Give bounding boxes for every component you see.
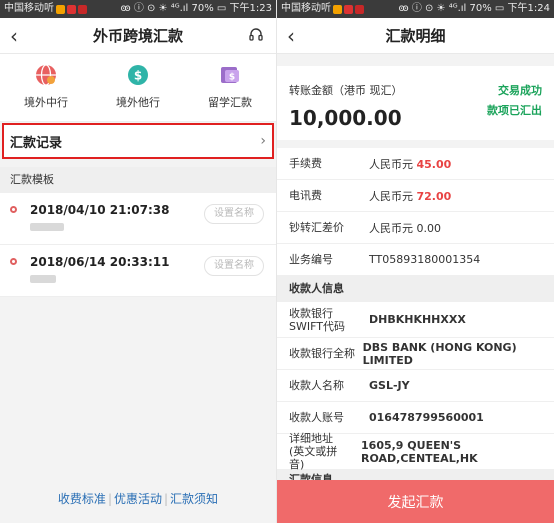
payee-key: 收款人名称 [289,379,344,392]
top-nav: ‹ 外币跨境汇款 [0,18,276,54]
payee-value: 1605,9 QUEEN'S ROAD,CENTEAL,HK [361,438,478,465]
template-item[interactable]: 2018/06/14 20:33:11 设置名称 [0,245,276,297]
shortcut-label: 境外他行 [116,96,160,109]
amount-label: 转账金额（港币 现汇） [289,84,403,97]
payee-row: 详细地址(英文或拼音) 1605,9 QUEEN'S ROAD,CENTEAL,… [277,432,554,471]
fee-row: 电讯费 人民币元 72.00 [277,180,554,212]
fee-value: 人民币元 45.00 [369,157,452,171]
top-nav: ‹ 汇款明细 [277,18,554,54]
link-separator: | [107,492,112,506]
payee-value: DHBKHKHHXXX [369,313,466,326]
remit-records-item[interactable]: 汇款记录 › [2,123,274,159]
app-notification-icon [344,4,353,14]
fee-list: 手续费 人民币元 45.00 电讯费 人民币元 72.00 钞转汇差价 人民币元… [277,148,554,276]
status-bar: 中国移动听 ꙭ ⓘ ⊙ ☀ ⁴ᴳ.ıl 70% ▭ 下午1:24 [277,0,554,18]
submit-remit-button[interactable]: 发起汇款 [277,480,554,523]
status-carrier: 中国移动听 [4,3,54,14]
fee-value: 人民币元 72.00 [369,189,452,203]
template-item[interactable]: 2018/04/10 21:07:38 设置名称 [0,193,276,245]
fee-key: 手续费 [289,157,322,170]
blurred-name [30,275,56,283]
payee-header: 收款人信息 [277,276,554,302]
app-notification-icon [67,4,76,14]
amount-card: 转账金额（港币 现汇） 10,000.00 交易成功 款项已汇出 [277,66,554,140]
app-notification-icon [56,4,65,14]
status-right: ꙭ ⓘ ⊙ ☀ ⁴ᴳ.ıl 70% ▭ 下午1:23 [120,3,272,14]
page-title: 汇款明细 [385,27,446,45]
back-icon[interactable]: ‹ [287,24,307,48]
right-screen: 中国移动听 ꙭ ⓘ ⊙ ☀ ⁴ᴳ.ıl 70% ▭ 下午1:24 ‹ 汇款明细 … [277,0,554,523]
payee-key: 收款人账号 [289,411,344,424]
chevron-right-icon: › [260,133,266,149]
shortcut-grid: 境外中行 $ 境外他行 $ 留学汇款 [0,54,276,122]
promotions-link[interactable]: 优惠活动 [114,492,162,506]
status-success: 交易成功 [498,84,542,97]
app-notification-icon [78,4,87,14]
business-number: TT05893180001354 [369,253,481,266]
payee-value: DBS BANK (HONG KONG) LIMITED [362,340,517,367]
payee-row: 收款银行SWIFT代码 DHBKHKHHXXX [277,302,554,338]
footer-links: 收费标准 | 优惠活动 | 汇款须知 [0,490,276,507]
payee-row: 收款人账号 016478799560001 [277,402,554,434]
remit-notice-link[interactable]: 汇款须知 [170,492,218,506]
page-title: 外币跨境汇款 [92,27,183,45]
template-time: 2018/06/14 20:33:11 [30,255,170,269]
templates-header: 汇款模板 [0,167,276,193]
template-time: 2018/04/10 21:07:38 [30,203,170,217]
fee-key: 电讯费 [289,189,322,202]
payee-value: 016478799560001 [369,411,484,424]
shortcut-label: 境外中行 [24,96,68,109]
payee-key: 收款银行SWIFT代码 [289,306,345,333]
payee-value: GSL-JY [369,379,410,392]
status-carrier: 中国移动听 [281,3,331,14]
shortcut-label: 留学汇款 [208,96,252,109]
payee-key: 详细地址(英文或拼音) [289,432,338,471]
svg-text:$: $ [229,73,235,83]
back-icon[interactable]: ‹ [10,24,30,48]
template-dot-icon [10,258,17,265]
payee-row: 收款人名称 GSL-JY [277,370,554,402]
blurred-name [30,223,64,231]
fee-row: 业务编号 TT05893180001354 [277,244,554,276]
remit-records-label: 汇款记录 [10,135,63,151]
app-notification-icon [333,4,342,14]
shortcut-other-bank[interactable]: $ 境外他行 [98,64,178,110]
amount-value: 10,000.00 [289,106,402,130]
fee-standard-link[interactable]: 收费标准 [58,492,106,506]
payee-list: 收款银行SWIFT代码 DHBKHKHHXXX 收款银行全称 DBS BANK … [277,302,554,471]
shortcut-boc-overseas[interactable]: 境外中行 [6,64,86,110]
fee-row: 钞转汇差价 人民币元 0.00 [277,212,554,244]
fee-row: 手续费 人民币元 45.00 [277,148,554,180]
shortcut-study-remit[interactable]: $ 留学汇款 [190,64,270,110]
template-dot-icon [10,206,17,213]
app-notification-icon [355,4,364,14]
left-screen: 中国移动听 ꙭ ⓘ ⊙ ☀ ⁴ᴳ.ıl 70% ▭ 下午1:23 ‹ 外币跨境汇… [0,0,277,523]
headset-icon[interactable] [248,27,264,43]
globe-money-icon [36,64,56,86]
fee-key: 钞转汇差价 [289,221,344,234]
svg-text:$: $ [134,69,142,83]
fee-value: 人民币元 0.00 [369,221,441,235]
payee-row: 收款银行全称 DBS BANK (HONG KONG) LIMITED [277,338,554,370]
study-remit-icon: $ [221,67,239,83]
fee-key: 业务编号 [289,253,333,266]
dollar-transfer-icon: $ [128,65,148,85]
status-right: ꙭ ⓘ ⊙ ☀ ⁴ᴳ.ıl 70% ▭ 下午1:24 [398,3,550,14]
status-bar: 中国移动听 ꙭ ⓘ ⊙ ☀ ⁴ᴳ.ıl 70% ▭ 下午1:23 [0,0,276,18]
link-separator: | [164,492,169,506]
payee-key: 收款银行全称 [289,347,355,360]
status-sent: 款项已汇出 [487,104,542,117]
set-name-button[interactable]: 设置名称 [204,204,264,224]
set-name-button[interactable]: 设置名称 [204,256,264,276]
